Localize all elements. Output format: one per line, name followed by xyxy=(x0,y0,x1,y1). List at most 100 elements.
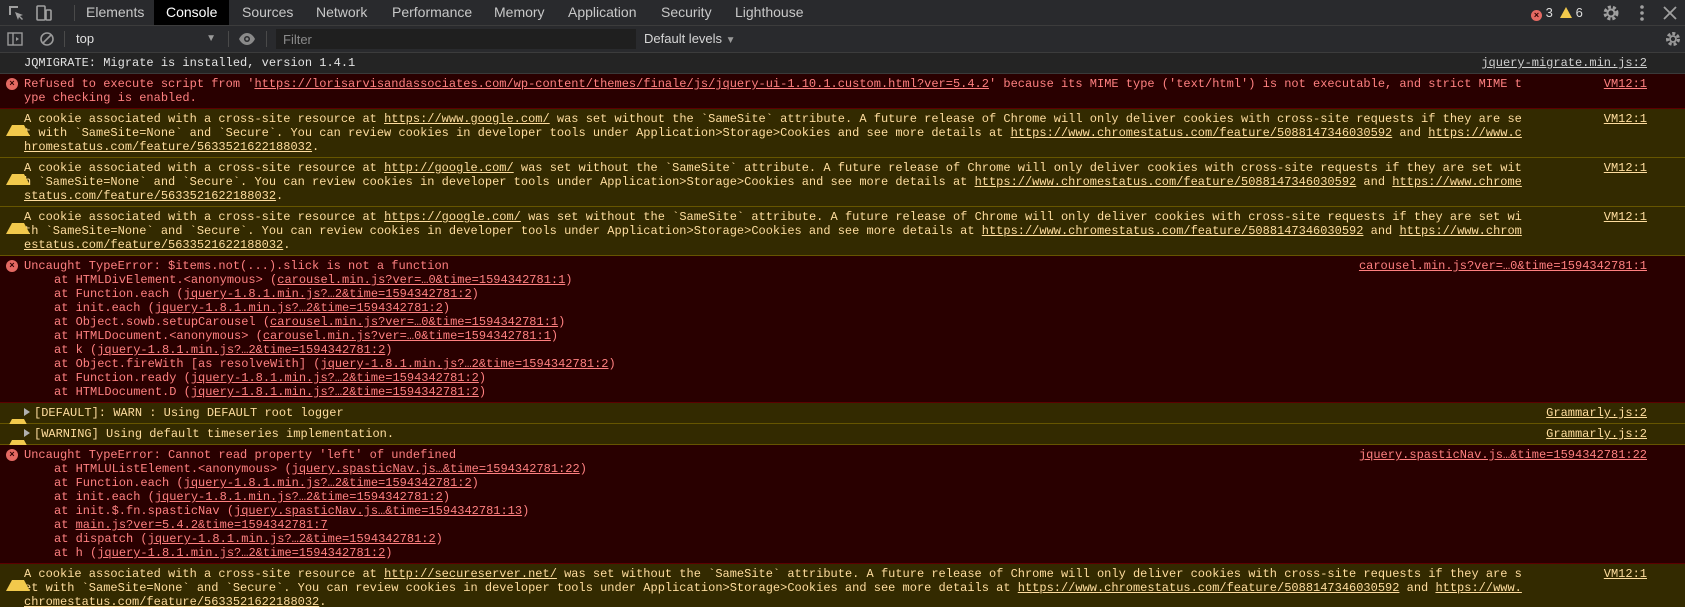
message-text-segment: Uncaught TypeError: $items.not(...).slic… xyxy=(24,259,449,273)
message-source-link[interactable]: VM12:1 xyxy=(1604,210,1647,224)
filter-input[interactable] xyxy=(276,29,636,49)
message-link[interactable]: https://www.chromestatus.com/feature/508… xyxy=(1018,581,1400,595)
context-selector[interactable]: top ▼ xyxy=(70,29,222,49)
message-source-link[interactable]: carousel.min.js?ver=…0&time=1594342781:1 xyxy=(1359,259,1647,273)
message-source-link[interactable]: Grammarly.js:2 xyxy=(1546,406,1647,420)
stack-frame-link[interactable]: main.js?ver=5.4.2&time=1594342781:7 xyxy=(76,518,328,532)
warning-icon xyxy=(6,162,30,185)
stack-frame-link[interactable]: jquery-1.8.1.min.js?…2&time=1594342781:2 xyxy=(191,385,479,399)
console-message-warning: A cookie associated with a cross-site re… xyxy=(0,564,1685,607)
message-text: [WARNING] Using default timeseries imple… xyxy=(24,427,1645,441)
stack-frame-link[interactable]: jquery-1.8.1.min.js?…2&time=1594342781:2 xyxy=(155,490,443,504)
stack-frame: at HTMLDivElement.<anonymous> (carousel.… xyxy=(24,273,1645,287)
tab-memory[interactable]: Memory xyxy=(494,0,545,25)
stack-frame: at k (jquery-1.8.1.min.js?…2&time=159434… xyxy=(24,343,1645,357)
stack-frame-text: ) xyxy=(471,476,479,490)
message-text: A cookie associated with a cross-site re… xyxy=(24,567,1645,607)
stack-frame-text: ) xyxy=(385,546,393,560)
stack-frame-text: ) xyxy=(442,490,451,504)
message-link[interactable]: https://lorisarvisandassociates.com/wp-c… xyxy=(254,77,989,91)
message-link[interactable]: https://www.chromestatus.com/feature/508… xyxy=(982,224,1364,238)
stack-frame-link[interactable]: jquery.spasticNav.js…&time=1594342781:13 xyxy=(234,504,522,518)
inspect-element-icon[interactable] xyxy=(6,3,26,23)
message-text-segment: A cookie associated with a cross-site re… xyxy=(24,210,385,224)
stack-frame-link[interactable]: jquery-1.8.1.min.js?…2&time=1594342781:2 xyxy=(184,287,472,301)
stack-frame-text: at init.each ( xyxy=(54,490,155,504)
tab-performance[interactable]: Performance xyxy=(392,0,472,25)
warning-icon xyxy=(6,568,30,591)
gear-icon[interactable] xyxy=(1601,3,1621,23)
console-toolbar: top ▼ Default levels ▼ xyxy=(0,26,1685,53)
clear-console-icon[interactable] xyxy=(38,30,56,48)
stack-frame-text: ) xyxy=(565,273,573,287)
stack-frame-link[interactable]: jquery-1.8.1.min.js?…2&time=1594342781:2 xyxy=(184,476,472,490)
warning-counter[interactable]: 6 xyxy=(1560,0,1583,25)
message-link[interactable]: https://www.chromestatus.com/feature/508… xyxy=(975,175,1357,189)
message-source-link[interactable]: jquery-migrate.min.js:2 xyxy=(1481,56,1647,70)
console-messages[interactable]: JQMIGRATE: Migrate is installed, version… xyxy=(0,53,1685,607)
message-text-segment: and xyxy=(1356,175,1393,189)
kebab-menu-icon[interactable] xyxy=(1632,3,1652,23)
stack-frame-text: ) xyxy=(550,329,559,343)
chevron-down-icon: ▼ xyxy=(206,33,216,44)
error-icon: × xyxy=(6,78,18,90)
console-settings-gear-icon[interactable] xyxy=(1664,30,1682,48)
message-source-link[interactable]: Grammarly.js:2 xyxy=(1546,427,1647,441)
message-source-link[interactable]: VM12:1 xyxy=(1604,567,1647,581)
message-link[interactable]: https://www.chromestatus.com/feature/508… xyxy=(1011,126,1393,140)
message-link[interactable]: http://google.com/ xyxy=(384,161,514,175)
live-expression-eye-icon[interactable] xyxy=(238,30,256,48)
message-link[interactable]: https://google.com/ xyxy=(384,210,521,224)
stack-frame-text: ) xyxy=(522,504,530,518)
tab-console[interactable]: Console xyxy=(154,0,230,25)
message-text-segment: JQMIGRATE: Migrate is installed, version… xyxy=(24,56,356,70)
message-link[interactable]: https://www.google.com/ xyxy=(384,112,550,126)
sidebar-toggle-icon[interactable] xyxy=(6,30,24,48)
stack-frame-text: at HTMLUListElement.<anonymous> ( xyxy=(54,462,292,476)
stack-frame-text: at Object.sowb.setupCarousel ( xyxy=(54,315,271,329)
message-text-segment: and xyxy=(1392,126,1429,140)
message-text-segment: . xyxy=(319,595,327,607)
stack-frame-link[interactable]: jquery-1.8.1.min.js?…2&time=1594342781:2 xyxy=(320,357,608,371)
tab-bar-divider xyxy=(74,5,75,21)
toolbar-divider xyxy=(64,31,65,47)
stack-frame: at Object.sowb.setupCarousel (carousel.m… xyxy=(24,315,1645,329)
stack-frame-text: at HTMLDocument.<anonymous> ( xyxy=(54,329,263,343)
stack-frame-link[interactable]: jquery-1.8.1.min.js?…2&time=1594342781:2 xyxy=(97,546,385,560)
device-toolbar-icon[interactable] xyxy=(34,3,54,23)
tab-elements[interactable]: Elements xyxy=(86,0,144,25)
message-source-link[interactable]: VM12:1 xyxy=(1604,112,1647,126)
stack-frame-link[interactable]: jquery-1.8.1.min.js?…2&time=1594342781:2 xyxy=(155,301,443,315)
stack-frame-link[interactable]: carousel.min.js?ver=…0&time=1594342781:1 xyxy=(270,315,558,329)
stack-frame-link[interactable]: jquery-1.8.1.min.js?…2&time=1594342781:2 xyxy=(148,532,436,546)
log-levels-dropdown[interactable]: Default levels ▼ xyxy=(644,29,736,49)
message-source-link[interactable]: jquery.spasticNav.js…&time=1594342781:22 xyxy=(1359,448,1647,462)
error-count: 3 xyxy=(1545,5,1553,20)
message-text-segment: Refused to execute script from ' xyxy=(24,77,255,91)
stack-frame-link[interactable]: jquery-1.8.1.min.js?…2&time=1594342781:2 xyxy=(191,371,479,385)
stack-frame: at main.js?ver=5.4.2&time=1594342781:7 xyxy=(24,518,1645,532)
message-link[interactable]: http://secureserver.net/ xyxy=(384,567,557,581)
stack-frame-link[interactable]: jquery.spasticNav.js…&time=1594342781:22 xyxy=(292,462,580,476)
stack-frame-link[interactable]: jquery-1.8.1.min.js?…2&time=1594342781:2 xyxy=(97,343,385,357)
message-text-segment: A cookie associated with a cross-site re… xyxy=(24,161,385,175)
close-icon[interactable] xyxy=(1660,3,1680,23)
stack-frame: at Function.ready (jquery-1.8.1.min.js?…… xyxy=(24,371,1645,385)
stack-frame-text: ) xyxy=(579,462,587,476)
tab-lighthouse[interactable]: Lighthouse xyxy=(735,0,804,25)
tab-security[interactable]: Security xyxy=(661,0,712,25)
stack-frame-link[interactable]: carousel.min.js?ver=…0&time=1594342781:1 xyxy=(277,273,565,287)
stack-frame: at dispatch (jquery-1.8.1.min.js?…2&time… xyxy=(24,532,1645,546)
stack-frame-text: ) xyxy=(435,532,443,546)
error-counter[interactable]: × 3 xyxy=(1531,0,1553,25)
message-text: Refused to execute script from 'https://… xyxy=(24,77,1645,105)
stack-frame-link[interactable]: carousel.min.js?ver=…0&time=1594342781:1 xyxy=(263,329,551,343)
tab-application[interactable]: Application xyxy=(568,0,637,25)
tab-network[interactable]: Network xyxy=(316,0,367,25)
console-message-error: × Refused to execute script from 'https:/… xyxy=(0,74,1685,109)
tab-sources[interactable]: Sources xyxy=(242,0,293,25)
message-text-segment: and xyxy=(1399,581,1436,595)
stack-frame: at init.$.fn.spasticNav (jquery.spasticN… xyxy=(24,504,1645,518)
message-source-link[interactable]: VM12:1 xyxy=(1604,77,1647,91)
message-source-link[interactable]: VM12:1 xyxy=(1604,161,1647,175)
